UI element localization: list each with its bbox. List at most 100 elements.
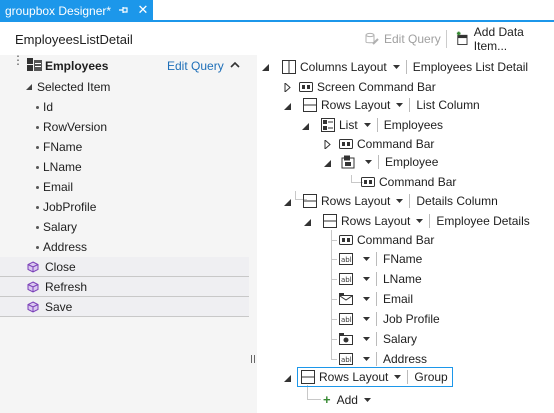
tree-node-columns-layout[interactable]: Columns Layout Employees List Detail	[282, 57, 528, 77]
command-item[interactable]: Refresh	[0, 277, 249, 297]
dropdown-arrow-icon[interactable]	[392, 65, 400, 69]
property-label: FName	[43, 140, 83, 154]
dropdown-arrow-icon[interactable]	[363, 277, 370, 281]
dropdown-arrow-icon[interactable]	[363, 297, 370, 301]
text-field-icon: abl	[339, 353, 353, 365]
text-field-icon: abl	[339, 313, 353, 325]
property-item[interactable]: RowVersion	[0, 117, 249, 137]
dropdown-arrow-icon[interactable]	[363, 123, 371, 127]
tree-node-group[interactable]: Rows Layout Group	[297, 367, 453, 387]
method-cube-icon	[27, 301, 39, 313]
property-item[interactable]: Email	[0, 177, 249, 197]
splitter-grip[interactable]	[251, 355, 255, 363]
dropdown-arrow-icon[interactable]	[363, 357, 370, 361]
control-type: Rows Layout	[321, 194, 391, 208]
tree-connector	[331, 319, 337, 320]
add-data-item-button[interactable]: Add Data Item...	[455, 25, 554, 53]
tree-node-field[interactable]: Email	[339, 289, 413, 309]
expanded-triangle-icon[interactable]	[261, 63, 270, 72]
separator	[376, 252, 377, 266]
tree-node-field[interactable]: abl Job Profile	[339, 309, 440, 329]
tree-node-details-command-bar[interactable]: Command Bar	[339, 230, 434, 250]
dropdown-arrow-icon[interactable]	[363, 397, 371, 402]
pin-icon[interactable]	[117, 4, 129, 16]
expanded-triangle-icon[interactable]	[283, 198, 292, 207]
property-item[interactable]: LName	[0, 157, 249, 177]
tree-node-field[interactable]: Salary	[339, 329, 417, 349]
add-data-item-label: Add Data Item...	[473, 25, 524, 53]
text-field-icon: abl	[339, 253, 353, 265]
property-item[interactable]: FName	[0, 137, 249, 157]
tree-connector	[307, 385, 308, 399]
tree-node-employee[interactable]: Employee	[341, 152, 438, 172]
tree-node-field[interactable]: abl FName	[339, 249, 422, 269]
dropdown-arrow-icon[interactable]	[396, 199, 404, 203]
rows-layout-icon	[323, 214, 337, 228]
property-item[interactable]: Id	[0, 97, 249, 117]
property-item[interactable]: JobProfile	[0, 197, 249, 217]
property-label: LName	[43, 160, 82, 174]
toolbar-separator	[446, 30, 447, 48]
node-name: Employees List Detail	[412, 60, 529, 74]
dropdown-arrow-icon[interactable]	[416, 219, 424, 223]
add-button[interactable]: + Add	[323, 392, 377, 407]
expanded-triangle-icon[interactable]	[323, 159, 332, 168]
tree-connector	[331, 259, 337, 260]
email-field-icon	[339, 293, 353, 305]
expanded-triangle-icon[interactable]	[283, 374, 292, 383]
node-name: Salary	[383, 332, 418, 346]
tree-node-screen-command-bar[interactable]: Screen Command Bar	[299, 77, 436, 97]
expanded-triangle-icon[interactable]	[301, 122, 310, 131]
edit-query-button[interactable]: Edit Query	[364, 30, 441, 48]
designer-tab[interactable]: groupbox Designer* ✕	[0, 0, 153, 22]
plus-icon: +	[323, 392, 331, 407]
separator	[409, 194, 411, 208]
command-bar-icon	[339, 235, 353, 245]
dropdown-arrow-icon[interactable]	[394, 375, 402, 379]
rows-layout-icon	[303, 98, 317, 112]
tree-connector	[307, 399, 321, 400]
dropdown-arrow-icon[interactable]	[365, 160, 372, 164]
dropdown-arrow-icon[interactable]	[363, 257, 370, 261]
expanded-triangle-icon[interactable]	[25, 83, 33, 91]
separator	[376, 292, 377, 306]
entity-edit-query-link[interactable]: Edit Query	[167, 59, 224, 73]
dropdown-arrow-icon[interactable]	[396, 103, 404, 107]
tree-connector	[331, 240, 337, 241]
view-model-panel: ⋮ Employees Edit Query Selected Item Id R…	[0, 54, 249, 413]
dropdown-arrow-icon[interactable]	[363, 337, 370, 341]
tree-node-field[interactable]: abl LName	[339, 269, 422, 289]
tree-node-list-command-bar[interactable]: Command Bar	[339, 134, 434, 154]
close-icon[interactable]: ✕	[136, 3, 150, 17]
tree-node-list-column[interactable]: Rows Layout List Column	[303, 95, 480, 115]
property-label: Email	[43, 180, 74, 194]
property-item[interactable]: Salary	[0, 217, 249, 237]
tree-node-field[interactable]: abl Address	[339, 349, 427, 369]
bullet-icon	[36, 106, 39, 109]
tree-connector	[331, 279, 337, 280]
command-item[interactable]: Save	[0, 297, 249, 317]
selected-node-frame[interactable]: Rows Layout Group	[297, 367, 453, 387]
node-name: Employee Details	[436, 214, 530, 228]
selected-item-row[interactable]: Selected Item	[0, 77, 249, 97]
separator	[376, 312, 377, 326]
chevron-up-icon[interactable]	[229, 59, 241, 71]
node-label: Command Bar	[379, 175, 457, 189]
property-item[interactable]: Address	[0, 237, 249, 257]
tree-node-employee-details[interactable]: Rows Layout Employee Details	[323, 211, 530, 231]
tab-title: groupbox Designer*	[5, 4, 112, 18]
add-label: Add	[336, 392, 358, 407]
expanded-triangle-icon[interactable]	[303, 218, 312, 227]
control-type: Rows Layout	[321, 98, 391, 112]
tree-node-employee-command-bar[interactable]: Command Bar	[361, 172, 456, 192]
drag-handle-icon[interactable]: ⋮	[12, 54, 24, 66]
collapsed-triangle-icon[interactable]	[323, 140, 332, 149]
expanded-triangle-icon[interactable]	[283, 102, 292, 111]
tree-node-details-column[interactable]: Rows Layout Details Column	[303, 191, 498, 211]
tree-node-list[interactable]: List Employees	[321, 115, 443, 135]
collapsed-triangle-icon[interactable]	[283, 83, 292, 92]
command-item[interactable]: Close	[0, 257, 249, 277]
dropdown-arrow-icon[interactable]	[363, 317, 370, 321]
tree-connector	[331, 339, 337, 340]
panel-splitter[interactable]	[249, 55, 257, 413]
